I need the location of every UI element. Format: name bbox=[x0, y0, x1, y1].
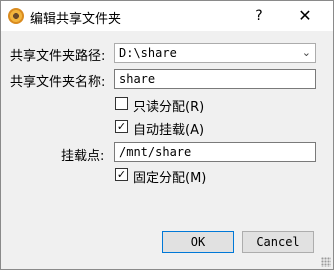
automount-label: 自动挂载(A) bbox=[133, 123, 205, 138]
edit-shared-folder-dialog: 编辑共享文件夹 ? ✕ 共享文件夹路径: D:\share ⌄ 共享文件夹名称:… bbox=[0, 0, 334, 270]
mountpoint-value: /mnt/share bbox=[119, 145, 192, 159]
folder-name-input[interactable]: share bbox=[114, 69, 316, 89]
title-bar: 编辑共享文件夹 ? ✕ bbox=[1, 1, 333, 31]
cancel-button[interactable]: Cancel bbox=[242, 231, 314, 253]
help-button[interactable]: ? bbox=[237, 1, 281, 31]
mountpoint-input[interactable]: /mnt/share bbox=[114, 142, 316, 162]
folder-path-value: D:\share bbox=[119, 46, 177, 60]
ok-button[interactable]: OK bbox=[162, 231, 234, 253]
folder-path-label: 共享文件夹路径: bbox=[10, 49, 106, 64]
automount-checkbox[interactable]: ✓ bbox=[115, 120, 128, 133]
resize-grip-icon[interactable] bbox=[321, 257, 331, 267]
folder-name-value: share bbox=[119, 72, 156, 86]
chevron-down-icon[interactable]: ⌄ bbox=[302, 44, 311, 62]
permanent-label: 固定分配(M) bbox=[133, 171, 207, 186]
close-button[interactable]: ✕ bbox=[283, 1, 327, 31]
window-title: 编辑共享文件夹 bbox=[30, 12, 122, 27]
permanent-checkbox[interactable]: ✓ bbox=[115, 168, 128, 181]
folder-path-combobox[interactable]: D:\share ⌄ bbox=[114, 43, 316, 63]
folder-name-label: 共享文件夹名称: bbox=[10, 75, 106, 90]
readonly-checkbox[interactable] bbox=[115, 97, 128, 110]
virtualbox-icon bbox=[8, 8, 24, 24]
checkmark-icon: ✓ bbox=[116, 120, 127, 133]
readonly-label: 只读分配(R) bbox=[133, 100, 205, 115]
mountpoint-label: 挂载点: bbox=[61, 149, 105, 164]
checkmark-icon: ✓ bbox=[116, 168, 127, 181]
